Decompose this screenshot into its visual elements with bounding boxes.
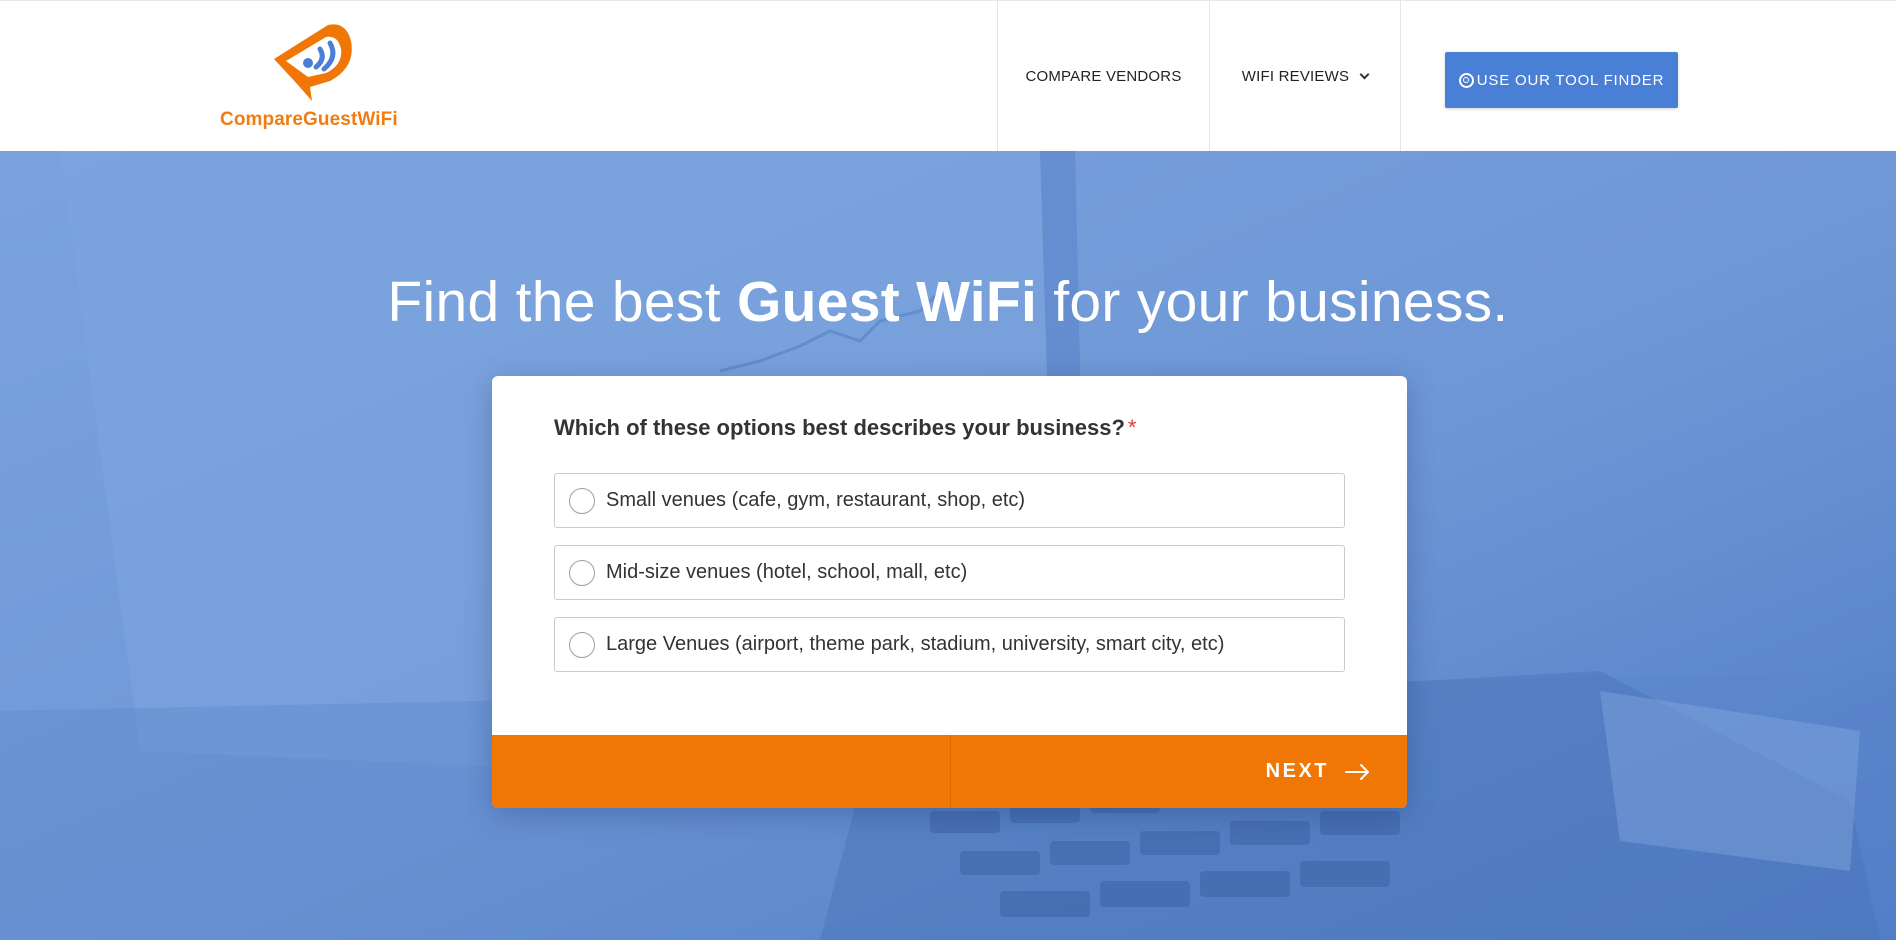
nav-compare-vendors[interactable]: COMPARE VENDORS (997, 1, 1209, 152)
option-label: Large Venues (airport, theme park, stadi… (606, 633, 1225, 655)
option-small-venues[interactable]: Small venues (cafe, gym, restaurant, sho… (554, 473, 1345, 528)
option-label: Mid-size venues (hotel, school, mall, et… (606, 561, 968, 583)
main-nav: COMPARE VENDORS WIFI REVIEWS (997, 1, 1401, 152)
site-logo[interactable]: CompareGuestWiFi (216, 23, 406, 135)
form-question: Which of these options best describes yo… (554, 415, 1136, 441)
hero-title-suffix: for your business. (1037, 270, 1509, 334)
nav-wifi-reviews-label: WIFI REVIEWS (1241, 68, 1350, 85)
option-label: Small venues (cafe, gym, restaurant, sho… (606, 489, 1026, 511)
radio-button[interactable] (569, 631, 595, 658)
arrow-right-icon (1345, 763, 1369, 780)
next-button[interactable]: NEXT (1266, 735, 1371, 808)
hero-title-prefix: Find the best (387, 270, 737, 334)
site-header: CompareGuestWiFi COMPARE VENDORS WIFI RE… (0, 0, 1896, 152)
radio-button[interactable] (569, 559, 595, 586)
radio-button[interactable] (569, 487, 595, 514)
business-type-form: Which of these options best describes yo… (492, 376, 1407, 808)
next-label: NEXT (1265, 760, 1329, 782)
chevron-down-icon (1359, 69, 1370, 80)
wifi-chat-logo-icon (274, 24, 352, 101)
hero-title-bold: Guest WiFi (736, 270, 1038, 334)
nav-compare-vendors-label: COMPARE VENDORS (1025, 68, 1182, 85)
option-mid-size-venues[interactable]: Mid-size venues (hotel, school, mall, et… (554, 545, 1345, 600)
nav-wifi-reviews[interactable]: WIFI REVIEWS (1209, 1, 1401, 152)
target-icon (1458, 72, 1474, 88)
required-mark: * (1127, 415, 1137, 440)
option-large-venues[interactable]: Large Venues (airport, theme park, stadi… (554, 617, 1345, 672)
footer-divider (950, 735, 951, 808)
hero-title: Find the best Guest WiFi for your busine… (0, 269, 1896, 335)
tool-finder-button[interactable]: USE OUR TOOL FINDER (1445, 52, 1678, 108)
form-footer: NEXT (492, 735, 1407, 808)
logo-text: CompareGuestWiFi (220, 109, 398, 130)
tool-finder-label: USE OUR TOOL FINDER (1476, 71, 1665, 89)
form-question-text: Which of these options best describes yo… (554, 415, 1125, 440)
